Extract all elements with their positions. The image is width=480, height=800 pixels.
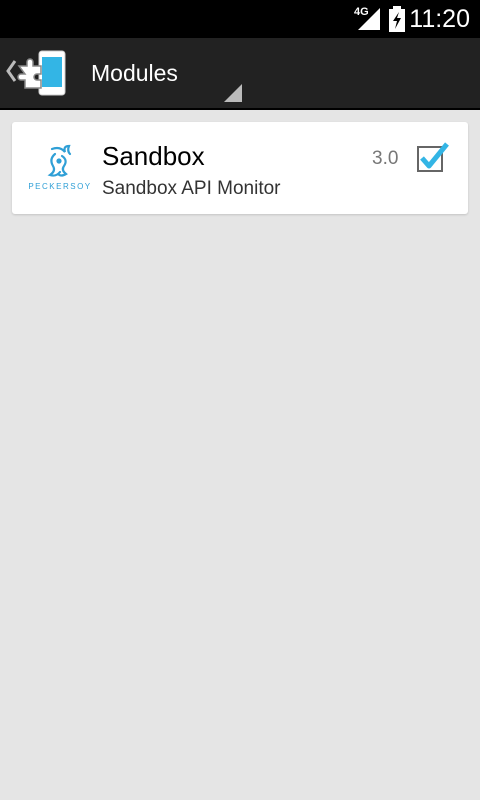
module-list-item[interactable]: PECKERSOY Sandbox Sandbox API Monitor 3.… [12,122,468,214]
status-bar: 4G 11:20 [0,0,480,38]
action-bar: Modules [0,38,480,110]
chevron-left-icon [6,60,17,82]
logo-wordmark: PECKERSOY [28,182,91,191]
xposed-puzzle-icon [17,50,66,96]
up-navigation-button[interactable] [0,38,76,108]
module-version: 3.0 [372,148,399,169]
page-title: Modules [91,60,178,86]
network-type-label: 4G [354,6,369,18]
module-name: Sandbox [102,141,205,171]
module-enabled-checkbox[interactable] [416,141,450,175]
battery-charging-icon [389,6,405,32]
modules-spinner[interactable]: Modules [76,38,246,108]
spinner-triangle-icon [224,84,242,102]
peckersoy-logo: PECKERSOY [28,144,91,191]
module-description: Sandbox API Monitor [102,178,281,199]
status-time: 11:20 [409,5,470,33]
